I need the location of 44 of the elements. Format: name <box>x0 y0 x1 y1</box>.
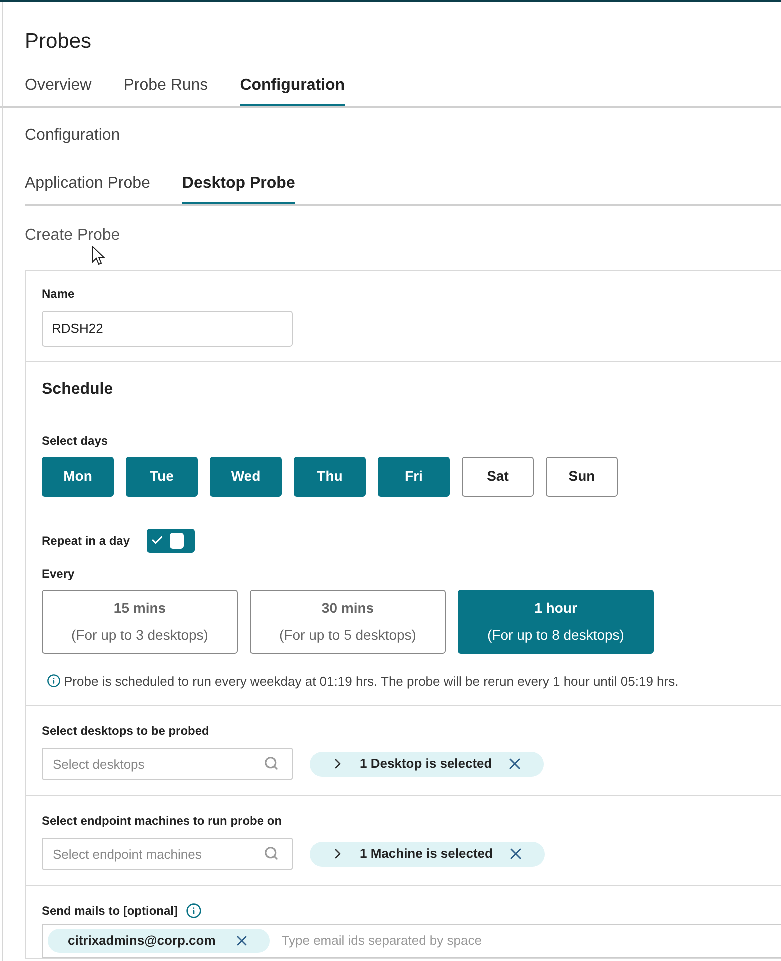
field-label: Select endpoint machines to run probe on <box>42 813 284 830</box>
tab[interactable]: Configuration <box>240 74 346 106</box>
search-icon <box>264 756 279 771</box>
create-title: Create Probe <box>25 226 120 246</box>
interval-option[interactable]: 1 hour (For up to 8 desktops) <box>458 590 654 654</box>
chip-label: 1 Machine is selected <box>360 845 493 864</box>
day-toggle[interactable]: Thu <box>294 456 366 496</box>
section-title: Configuration <box>25 126 122 146</box>
email-input[interactable]: Type email ids separated by space <box>282 931 582 951</box>
day-toggle[interactable]: Sat <box>462 456 534 496</box>
search-field[interactable]: Select endpoint machines <box>42 838 293 870</box>
day-toggle[interactable]: Wed <box>210 456 282 496</box>
field-label: Repeat in a day <box>42 532 130 550</box>
day-toggle[interactable]: Sun <box>546 456 618 496</box>
search-field[interactable]: Select desktops <box>42 748 293 780</box>
email-field[interactable]: citrixadmins@corp.com Type email ids separated by space <box>42 924 781 958</box>
tab[interactable]: Desktop Probe <box>182 172 296 204</box>
tab[interactable]: Probe Runs <box>124 74 208 106</box>
email-chip[interactable]: citrixadmins@corp.com <box>48 929 270 953</box>
mouse-pointer-icon <box>92 246 105 266</box>
repeat-toggle[interactable] <box>147 528 196 552</box>
info-icon <box>47 674 61 688</box>
field-label: Send mails to [optional] <box>42 903 178 920</box>
name-input[interactable]: RDSH22 <box>42 310 293 346</box>
check-icon <box>151 534 164 547</box>
selection-chip[interactable]: 1 Machine is selected <box>310 842 545 866</box>
chip-label: 1 Desktop is selected <box>360 755 492 774</box>
schedule-info: Probe is scheduled to run every weekday at 01:19 hrs. The probe will be rerun every 1 hour until 05:19 hrs. <box>64 672 679 691</box>
tab[interactable]: Application Probe <box>25 172 150 204</box>
search-icon <box>264 846 279 861</box>
day-toggle[interactable]: Fri <box>378 456 450 496</box>
day-toggle[interactable]: Mon <box>42 456 114 496</box>
interval-option[interactable]: 15 mins (For up to 3 desktops) <box>42 590 238 654</box>
info-icon <box>186 903 202 919</box>
field-label: Every <box>42 566 76 582</box>
selection-chip[interactable]: 1 Desktop is selected <box>310 752 544 776</box>
field-label: Name <box>42 286 76 302</box>
interval-option[interactable]: 30 mins (For up to 5 desktops) <box>250 590 446 654</box>
page-title: Probes <box>25 29 93 55</box>
schedule-title: Schedule <box>42 380 114 400</box>
tab[interactable]: Overview <box>25 74 92 106</box>
field-label: Select desktops to be probed <box>42 723 210 740</box>
field-label: Select days <box>42 432 110 450</box>
day-toggle[interactable]: Tue <box>126 456 198 496</box>
